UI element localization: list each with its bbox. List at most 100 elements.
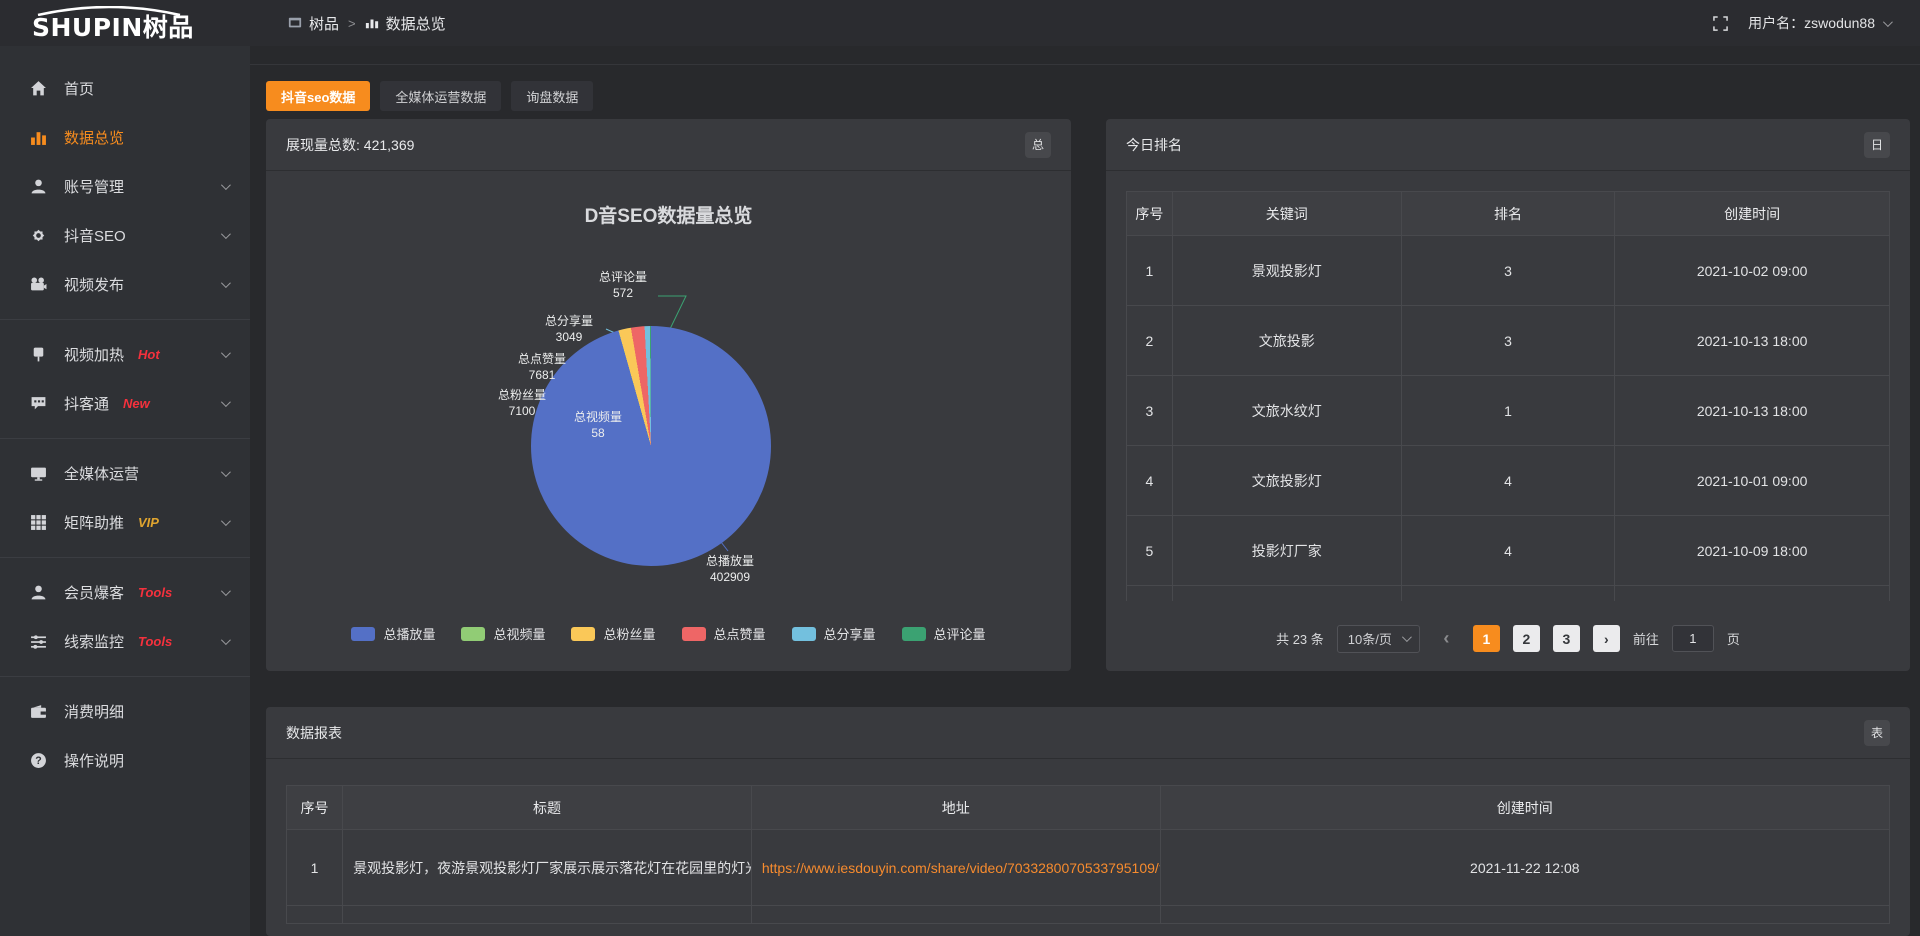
page-button-1[interactable]: 1 [1473, 625, 1500, 652]
column-header-index: 序号 [287, 786, 343, 830]
pie-chart: D音SEO数据量总览 总评论量572 总分享量3049 [266, 171, 1071, 669]
user-menu[interactable]: 用户名：zswodun88 [1748, 13, 1890, 33]
pie-label-videos: 总视频量58 [574, 409, 622, 441]
data-tabs: 抖音seo数据 全媒体运营数据 询盘数据 [266, 81, 1910, 111]
sidebar-item-account[interactable]: 账号管理 [0, 162, 250, 211]
tools-badge: Tools [138, 634, 172, 649]
column-header-url: 地址 [751, 786, 1160, 830]
pie-label-shares: 总分享量3049 [545, 313, 593, 345]
breadcrumb-label: 数据总览 [386, 13, 446, 34]
video-camera-icon [30, 276, 49, 293]
chevron-down-icon [221, 635, 231, 645]
ranking-table: 序号 关键词 排名 创建时间 1景观投影灯32021-10-02 09:00 2… [1126, 191, 1890, 601]
video-url-cell: https://www.iesdouyin.com/share/video/70… [751, 830, 1160, 906]
sidebar-divider [0, 438, 250, 439]
sidebar-divider [0, 676, 250, 677]
sidebar-item-help[interactable]: ? 操作说明 [0, 736, 250, 785]
sidebar-item-douyin-seo[interactable]: 抖音SEO [0, 211, 250, 260]
sidebar-item-clue-monitor[interactable]: 线索监控 Tools [0, 617, 250, 666]
column-header-keyword: 关键词 [1172, 192, 1401, 236]
table-row: 2文旅投影32021-10-13 18:00 [1127, 306, 1890, 376]
home-icon [30, 80, 49, 97]
sidebar: 首页 数据总览 账号管理 抖音SEO 视频发布 视频加热 Hot [0, 46, 250, 936]
hot-badge: Hot [138, 347, 160, 362]
chart-bar-icon [365, 16, 379, 30]
chevron-down-icon [221, 397, 231, 407]
page-button-3[interactable]: 3 [1553, 625, 1580, 652]
chevron-down-icon [221, 516, 231, 526]
legend-swatch [682, 627, 706, 641]
topbar: SHUPIN树品 树品 > 数据总览 用户名：zswodun88 [0, 0, 1920, 46]
sliders-icon [30, 633, 49, 650]
tab-inquiry[interactable]: 询盘数据 [511, 81, 593, 111]
chevron-down-icon [221, 278, 231, 288]
daily-toggle-button[interactable]: 日 [1864, 132, 1890, 158]
sidebar-item-matrix-boost[interactable]: 矩阵助推 VIP [0, 498, 250, 547]
sidebar-item-video-publish[interactable]: 视频发布 [0, 260, 250, 309]
overview-panel: 展现量总数: 421,369 总 D音SEO数据量总览 总评论量572 [266, 119, 1071, 671]
report-panel-title: 数据报表 [286, 723, 342, 743]
breadcrumb-item-home[interactable]: 树品 [288, 13, 339, 34]
sidebar-item-douketong[interactable]: 抖客通 New [0, 379, 250, 428]
table-toggle-button[interactable]: 表 [1864, 720, 1890, 746]
sidebar-item-member-burst[interactable]: 会员爆客 Tools [0, 568, 250, 617]
sidebar-item-media-operation[interactable]: 全媒体运营 [0, 449, 250, 498]
legend-item-shares[interactable]: 总分享量 [792, 624, 876, 643]
question-icon: ? [30, 752, 49, 769]
fullscreen-button[interactable] [1713, 16, 1728, 31]
main-content: 抖音seo数据 全媒体运营数据 询盘数据 展现量总数: 421,369 总 D音… [250, 46, 1920, 936]
sidebar-divider [0, 557, 250, 558]
tools-badge: Tools [138, 585, 172, 600]
app-logo: SHUPIN树品 [0, 6, 250, 40]
legend-item-videos[interactable]: 总视频量 [461, 624, 545, 643]
legend-swatch [461, 627, 485, 641]
sidebar-item-consumption[interactable]: 消费明细 [0, 687, 250, 736]
prev-page-button[interactable]: ‹ [1433, 625, 1460, 652]
pie-label-likes: 总点赞量7681 [518, 351, 566, 383]
column-header-index: 序号 [1127, 192, 1173, 236]
vip-badge: VIP [138, 515, 159, 530]
breadcrumb: 树品 > 数据总览 [288, 13, 446, 34]
legend-item-plays[interactable]: 总播放量 [351, 624, 435, 643]
legend-item-comments[interactable]: 总评论量 [902, 624, 986, 643]
sidebar-divider [0, 319, 250, 320]
chevron-down-icon [221, 180, 231, 190]
column-header-time: 创建时间 [1615, 192, 1890, 236]
column-header-rank: 排名 [1401, 192, 1615, 236]
legend-swatch [792, 627, 816, 641]
window-icon [288, 16, 302, 30]
table-header-row: 序号 关键词 排名 创建时间 [1127, 192, 1890, 236]
logo-text: SHUPIN树品 [32, 16, 250, 40]
tab-media-operation[interactable]: 全媒体运营数据 [380, 81, 501, 111]
pie-graphic[interactable] [531, 326, 771, 566]
page-button-2[interactable]: 2 [1513, 625, 1540, 652]
monitor-icon [30, 465, 49, 482]
sidebar-item-data-overview[interactable]: 数据总览 [0, 113, 250, 162]
popsicle-icon [30, 346, 49, 363]
legend-swatch [902, 627, 926, 641]
svg-text:?: ? [35, 755, 41, 767]
overview-panel-title: 展现量总数: 421,369 [286, 135, 414, 155]
page-size-select[interactable]: 10条/页 [1337, 625, 1420, 653]
sidebar-item-video-heat[interactable]: 视频加热 Hot [0, 330, 250, 379]
member-icon [30, 584, 49, 601]
user-icon [30, 178, 49, 195]
gear-icon [30, 227, 49, 244]
sidebar-item-home[interactable]: 首页 [0, 64, 250, 113]
chevron-down-icon [1402, 632, 1412, 642]
pie-label-comments: 总评论量572 [599, 269, 647, 301]
table-header-row: 序号 标题 地址 创建时间 [287, 786, 1890, 830]
legend-swatch [571, 627, 595, 641]
video-link[interactable]: https://www.iesdouyin.com/share/video/70… [762, 860, 1160, 876]
breadcrumb-item-overview[interactable]: 数据总览 [365, 13, 446, 34]
next-page-button[interactable]: › [1593, 625, 1620, 652]
legend-item-fans[interactable]: 总粉丝量 [571, 624, 655, 643]
goto-page-input[interactable] [1672, 625, 1714, 652]
grid-icon [30, 514, 49, 531]
chart-bar-icon [30, 129, 49, 146]
legend-item-likes[interactable]: 总点赞量 [682, 624, 766, 643]
total-count-label: 共 23 条 [1276, 629, 1324, 648]
tab-douyin-seo[interactable]: 抖音seo数据 [266, 81, 370, 111]
total-toggle-button[interactable]: 总 [1025, 132, 1051, 158]
table-row: 1景观投影灯32021-10-02 09:00 [1127, 236, 1890, 306]
